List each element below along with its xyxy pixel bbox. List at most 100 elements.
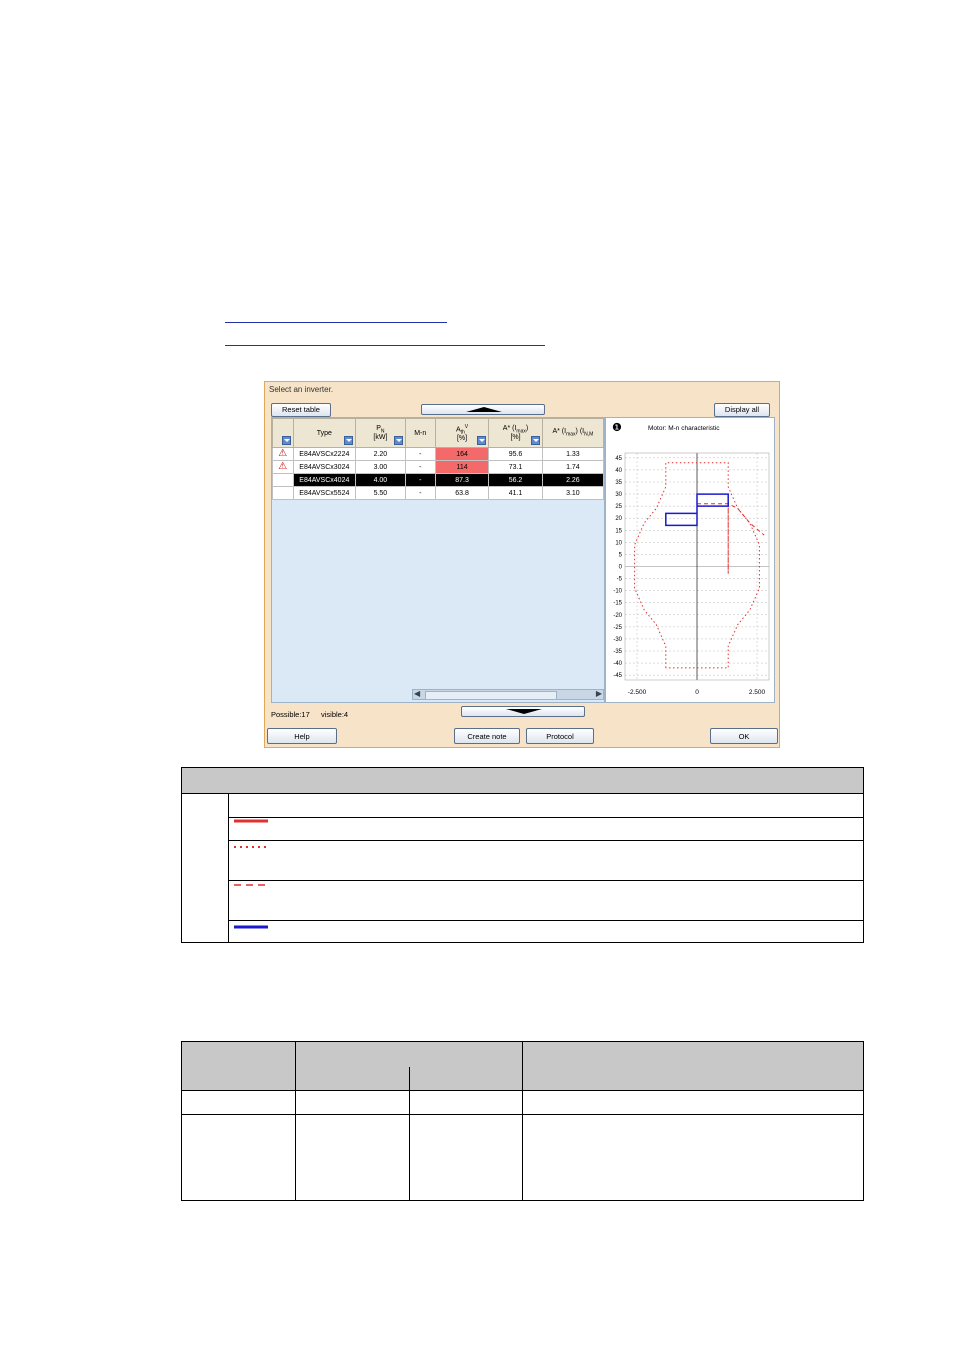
column-amax[interactable]: A* (Imax) [%]	[488, 418, 543, 448]
y-tick-label: 35	[615, 480, 622, 486]
x-tick-label: 2.500	[749, 689, 766, 696]
column-mn[interactable]: M-n	[404, 418, 436, 448]
y-tick-label: -30	[613, 637, 622, 643]
scroll-up-button[interactable]	[421, 404, 545, 415]
column-ath[interactable]: AthV [%]	[434, 418, 490, 448]
power-cell: 2.20	[355, 447, 406, 461]
inverter-selection-dialog: Select an inverter. Reset table Display …	[264, 381, 780, 748]
reset-table-label: Reset table	[282, 405, 320, 414]
filter-icon[interactable]	[477, 436, 487, 445]
power-cell: 4.00	[355, 473, 406, 487]
scroll-right-icon[interactable]: ▶	[596, 689, 602, 698]
amax-cell: 73.1	[488, 460, 543, 474]
amax-cell: 95.6	[488, 447, 543, 461]
table-row[interactable]: ⚠ E84AVSCx2224 2.20 - 164 95.6 1.33	[272, 447, 604, 461]
column-warn[interactable]	[272, 418, 294, 448]
horizontal-scrollbar[interactable]: ◀ ▶	[412, 689, 604, 700]
characteristic-chart-panel: ❶ Motor: M-n characteristic 45 40 35 30 25 20 15…	[605, 417, 775, 703]
table-row[interactable]: E84AVSCx5524 5.50 - 63.8 41.1 3.10	[272, 486, 604, 500]
link-underline-2[interactable]	[225, 345, 545, 346]
y-tick-label: 15	[615, 528, 622, 534]
protocol-button[interactable]: Protocol	[526, 728, 594, 744]
mn-cell: -	[404, 486, 436, 500]
inverter-table-panel: Type PN [kW] M-n AthV [%] A* (Imax) [%] …	[271, 417, 605, 703]
y-tick-label: 40	[615, 468, 622, 474]
status-possible: Possible:17	[271, 710, 310, 719]
amax-in-cell: 2.26	[541, 473, 604, 487]
amax-in-cell: 3.10	[541, 486, 604, 500]
table-column-divider	[522, 1042, 523, 1201]
column-amax-in[interactable]: A* (Imax) (IN,M	[541, 418, 604, 448]
ath-cell: 63.8	[434, 486, 490, 500]
x-tick-label: 0	[695, 689, 699, 696]
column-type[interactable]: Type	[292, 418, 357, 448]
chart-marker: ❶	[612, 421, 622, 434]
create-note-label: Create note	[467, 732, 507, 741]
legend-row-divider	[228, 817, 863, 818]
type-cell: E84AVSCx5524	[292, 486, 357, 500]
ath-cell: 164	[434, 447, 490, 461]
y-tick-label: 0	[619, 565, 623, 571]
y-tick-label: 25	[615, 504, 622, 510]
chart-title: Motor: M-n characteristic	[648, 425, 720, 432]
legend-table-header	[182, 768, 863, 794]
help-label: Help	[294, 732, 310, 741]
mn-cell: -	[404, 460, 436, 474]
y-tick-label: -45	[613, 673, 622, 679]
y-tick-label: -20	[613, 613, 622, 619]
mn-characteristic-chart: ❶ Motor: M-n characteristic 45 40 35 30 25 20 15…	[612, 421, 770, 696]
series-line-dashed	[697, 502, 765, 574]
table-column-divider	[409, 1067, 410, 1201]
type-cell: E84AVSCx2224	[292, 447, 357, 461]
legend-table	[181, 767, 864, 943]
mn-cell: -	[404, 447, 436, 461]
help-button[interactable]: Help	[267, 728, 337, 744]
scroll-thumb[interactable]	[425, 691, 557, 700]
mn-cell: -	[404, 473, 436, 487]
legend-row-divider	[228, 880, 863, 881]
status-visible: visible:4	[321, 710, 349, 719]
y-tick-label: -15	[613, 601, 622, 607]
series-line-solid	[665, 493, 729, 527]
table-row[interactable]: ⚠ E84AVSCx3024 3.00 - 114 73.1 1.74	[272, 460, 604, 474]
ath-cell: 114	[434, 460, 490, 474]
display-all-button[interactable]: Display all	[714, 403, 770, 417]
ok-label: OK	[738, 732, 750, 741]
inverter-table: Type PN [kW] M-n AthV [%] A* (Imax) [%] …	[272, 418, 604, 500]
ok-button[interactable]: OK	[710, 728, 778, 744]
y-tick-label: 30	[615, 492, 622, 498]
scroll-down-button[interactable]	[461, 706, 585, 717]
filter-icon[interactable]	[393, 436, 403, 445]
table-row-divider	[182, 1114, 863, 1115]
link-underline-1[interactable]	[225, 322, 447, 323]
ath-cell: 87.3	[434, 473, 490, 487]
legend-row-divider	[228, 840, 863, 841]
amax-cell: 56.2	[488, 473, 543, 487]
reset-table-button[interactable]: Reset table	[271, 403, 331, 417]
filter-icon[interactable]	[344, 436, 354, 445]
x-tick-label: -2.500	[628, 689, 647, 696]
warn-cell-empty	[272, 486, 294, 500]
display-all-label: Display all	[724, 405, 760, 414]
arrow-up-icon	[466, 407, 502, 412]
dialog-title: Select an inverter.	[269, 385, 334, 394]
warn-cell-empty	[272, 473, 294, 487]
table-row-selected[interactable]: E84AVSCx4024 4.00 - 87.3 56.2 2.26	[272, 473, 604, 487]
legend-symbols	[234, 819, 268, 929]
power-cell: 5.50	[355, 486, 406, 500]
y-tick-label: 45	[615, 456, 622, 462]
protocol-label: Protocol	[546, 732, 574, 741]
column-power[interactable]: PN [kW]	[355, 418, 406, 448]
parameter-table	[181, 1041, 864, 1201]
y-tick-label: -40	[613, 661, 622, 667]
table-column-divider	[295, 1042, 296, 1201]
scroll-left-icon[interactable]: ◀	[414, 689, 420, 698]
y-tick-label: -25	[613, 625, 622, 631]
create-note-button[interactable]: Create note	[454, 728, 520, 744]
amax-cell: 41.1	[488, 486, 543, 500]
type-cell: E84AVSCx4024	[292, 473, 357, 487]
warning-icon: ⚠	[272, 447, 294, 461]
filter-icon[interactable]	[281, 436, 291, 445]
warning-icon: ⚠	[272, 460, 294, 474]
filter-icon[interactable]	[530, 436, 540, 445]
